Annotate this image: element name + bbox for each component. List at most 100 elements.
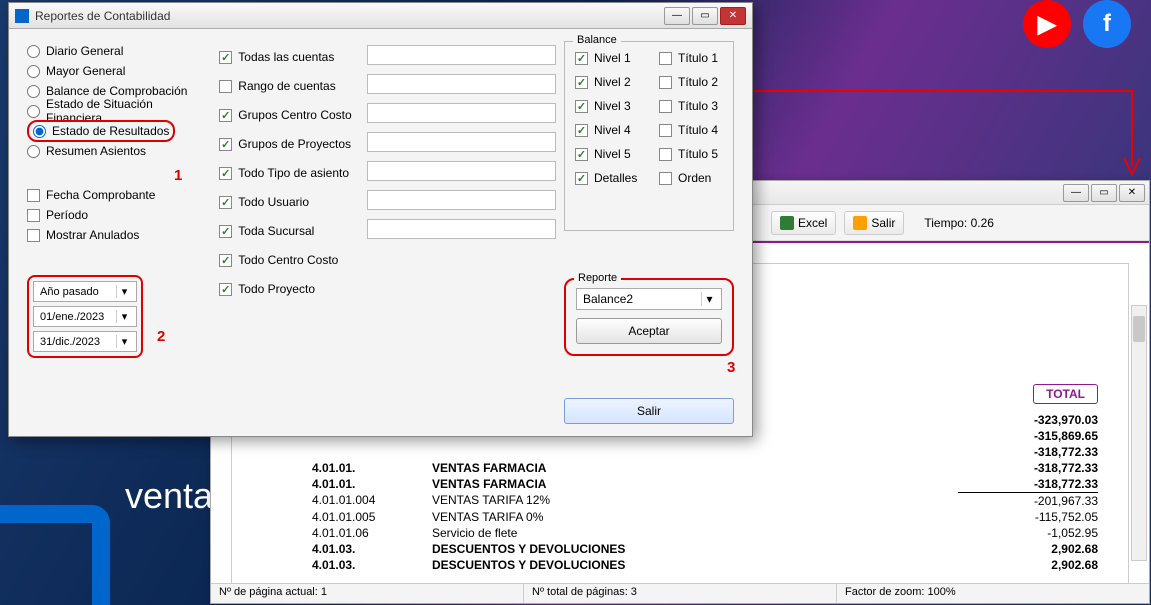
radio-mayor-general[interactable]: Mayor General <box>27 61 211 81</box>
checkbox-icon[interactable] <box>575 148 588 161</box>
balance-right-3[interactable]: Título 4 <box>659 120 723 140</box>
filter-checks-column: Todas las cuentas Rango de cuentas Grupos … <box>219 41 358 424</box>
aceptar-button[interactable]: Aceptar <box>576 318 722 344</box>
filter-check-todo-proyecto[interactable]: Todo Proyecto <box>219 277 358 301</box>
filter-input-3[interactable] <box>367 132 556 152</box>
date-to-dropdown[interactable]: 31/dic./2023 ▾ <box>33 331 137 352</box>
filter-check-todo-tipo-de-asiento[interactable]: Todo Tipo de asiento <box>219 161 358 185</box>
salir-button[interactable]: Salir <box>564 398 734 424</box>
date-from-dropdown[interactable]: 01/ene./2023 ▾ <box>33 306 137 327</box>
checkbox-icon[interactable] <box>575 76 588 89</box>
date-preset-dropdown[interactable]: Año pasado ▾ <box>33 281 137 302</box>
cell-amount: 2,902.68 <box>958 541 1098 557</box>
filter-input-5[interactable] <box>367 190 556 210</box>
salir-toolbar-button[interactable]: Salir <box>844 211 904 235</box>
dialog-maximize-button[interactable]: ▭ <box>692 7 718 25</box>
filter-check-grupos-centro-costo[interactable]: Grupos Centro Costo <box>219 103 358 127</box>
balance-right-1[interactable]: Título 2 <box>659 72 723 92</box>
filter-check-todas-las-cuentas[interactable]: Todas las cuentas <box>219 45 358 69</box>
checkbox-icon[interactable] <box>27 209 40 222</box>
checkbox-icon[interactable] <box>219 196 232 209</box>
filter-input-1[interactable] <box>367 74 556 94</box>
radio-input[interactable] <box>33 125 46 138</box>
cell-desc: DESCUENTOS Y DEVOLUCIONES <box>432 557 958 573</box>
checkbox-icon[interactable] <box>575 124 588 137</box>
minimize-button[interactable]: — <box>1063 184 1089 202</box>
reporte-dropdown[interactable]: Balance2 ▾ <box>576 288 722 310</box>
check-label: Nivel 5 <box>594 147 631 161</box>
filter-check-todo-usuario[interactable]: Todo Usuario <box>219 190 358 214</box>
cell-amount: -318,772.33 <box>958 444 1098 460</box>
filter-check-toda-sucursal[interactable]: Toda Sucursal <box>219 219 358 243</box>
balance-left-0[interactable]: Nivel 1 <box>575 48 639 68</box>
check-label: Título 3 <box>678 99 718 113</box>
check-label: Grupos de Proyectos <box>238 137 351 151</box>
dialog-close-button[interactable]: ✕ <box>720 7 746 25</box>
checkbox-icon[interactable] <box>219 225 232 238</box>
radio-input[interactable] <box>27 65 40 78</box>
check-mostrar-anulados[interactable]: Mostrar Anulados <box>27 225 211 245</box>
checkbox-icon[interactable] <box>659 172 672 185</box>
checkbox-icon[interactable] <box>219 283 232 296</box>
close-button[interactable]: ✕ <box>1119 184 1145 202</box>
radio-input[interactable] <box>27 145 40 158</box>
excel-button[interactable]: Excel <box>771 211 836 235</box>
checkbox-icon[interactable] <box>27 189 40 202</box>
date-to-value: 31/dic./2023 <box>40 336 100 348</box>
filter-check-rango-de-cuentas[interactable]: Rango de cuentas <box>219 74 358 98</box>
status-page-total: Nº total de páginas: 3 <box>524 584 837 603</box>
checkbox-icon[interactable] <box>659 148 672 161</box>
checkbox-icon[interactable] <box>219 138 232 151</box>
radio-resumen-asientos[interactable]: Resumen Asientos <box>27 141 211 161</box>
checkbox-icon[interactable] <box>575 52 588 65</box>
radio-input[interactable] <box>27 85 40 98</box>
checkbox-icon[interactable] <box>659 124 672 137</box>
radio-input[interactable] <box>27 105 40 118</box>
radio-label: Estado de Resultados <box>52 124 169 138</box>
check-per-odo[interactable]: Período <box>27 205 211 225</box>
checkbox-icon[interactable] <box>27 229 40 242</box>
dialog-titlebar: Reportes de Contabilidad — ▭ ✕ <box>9 3 752 29</box>
checkbox-icon[interactable] <box>219 80 232 93</box>
checkbox-icon[interactable] <box>659 52 672 65</box>
balance-left-4[interactable]: Nivel 5 <box>575 144 639 164</box>
table-row: 4.01.01.VENTAS FARMACIA-318,772.33 <box>312 476 1098 492</box>
balance-left-3[interactable]: Nivel 4 <box>575 120 639 140</box>
filter-input-4[interactable] <box>367 161 556 181</box>
youtube-icon[interactable]: ▶ <box>1023 0 1071 48</box>
balance-right-2[interactable]: Título 3 <box>659 96 723 116</box>
balance-right-5[interactable]: Orden <box>659 168 723 188</box>
scrollbar-thumb[interactable] <box>1133 316 1145 342</box>
checkbox-icon[interactable] <box>219 254 232 267</box>
filter-check-grupos-de-proyectos[interactable]: Grupos de Proyectos <box>219 132 358 156</box>
checkbox-icon[interactable] <box>219 167 232 180</box>
filter-check-todo-centro-costo[interactable]: Todo Centro Costo <box>219 248 358 272</box>
radio-diario-general[interactable]: Diario General <box>27 41 211 61</box>
check-label: Todo Centro Costo <box>238 253 338 267</box>
check-fecha-comprobante[interactable]: Fecha Comprobante <box>27 185 211 205</box>
checkbox-icon[interactable] <box>219 109 232 122</box>
filter-input-2[interactable] <box>367 103 556 123</box>
radio-estado-de-situaci-n-financiera[interactable]: Estado de Situación Financiera <box>27 101 211 121</box>
vertical-scrollbar[interactable] <box>1131 305 1147 561</box>
total-badge: TOTAL <box>1033 384 1098 404</box>
balance-left-2[interactable]: Nivel 3 <box>575 96 639 116</box>
dialog-minimize-button[interactable]: — <box>664 7 690 25</box>
checkbox-icon[interactable] <box>575 100 588 113</box>
facebook-icon[interactable]: f <box>1083 0 1131 48</box>
check-label: Título 2 <box>678 75 718 89</box>
checkbox-icon[interactable] <box>219 51 232 64</box>
radio-input[interactable] <box>27 45 40 58</box>
balance-right-4[interactable]: Título 5 <box>659 144 723 164</box>
balance-right-0[interactable]: Título 1 <box>659 48 723 68</box>
maximize-button[interactable]: ▭ <box>1091 184 1117 202</box>
checkbox-icon[interactable] <box>659 100 672 113</box>
table-row: 4.01.01.005VENTAS TARIFA 0%-115,752.05 <box>312 509 1098 525</box>
filter-input-6[interactable] <box>367 219 556 239</box>
filter-input-0[interactable] <box>367 45 556 65</box>
balance-left-1[interactable]: Nivel 2 <box>575 72 639 92</box>
reportes-dialog: Reportes de Contabilidad — ▭ ✕ Diario Ge… <box>8 2 753 437</box>
balance-left-5[interactable]: Detalles <box>575 168 639 188</box>
checkbox-icon[interactable] <box>659 76 672 89</box>
checkbox-icon[interactable] <box>575 172 588 185</box>
